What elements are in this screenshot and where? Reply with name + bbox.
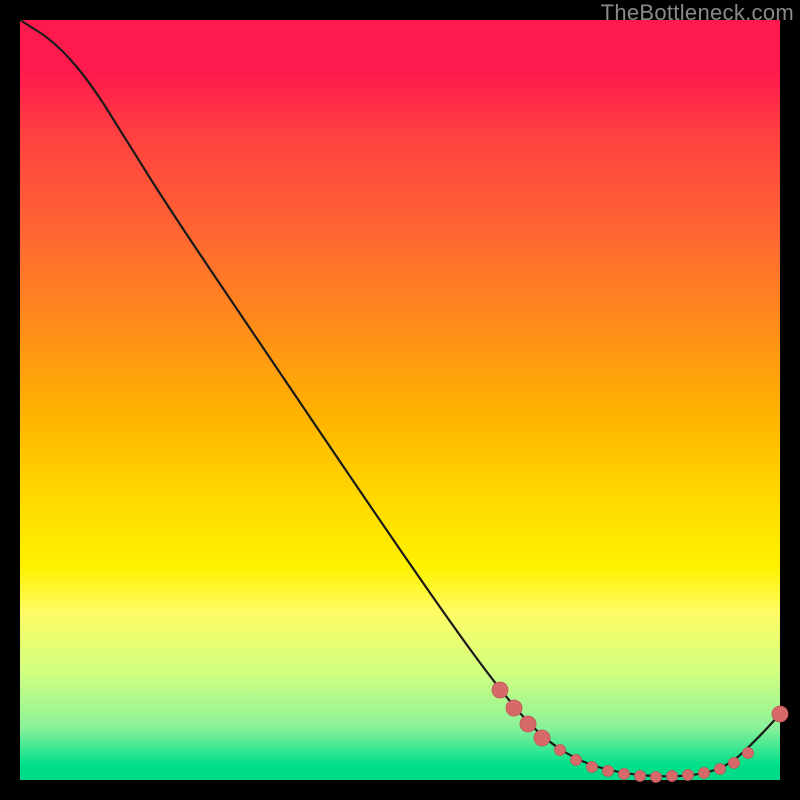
data-point <box>729 758 740 769</box>
data-point <box>571 755 582 766</box>
data-point <box>534 730 550 746</box>
data-point <box>667 771 678 782</box>
data-point <box>699 768 710 779</box>
data-point <box>772 706 788 722</box>
chart-frame: TheBottleneck.com <box>0 0 800 800</box>
markers-large <box>492 682 788 746</box>
data-point <box>651 772 662 783</box>
data-point <box>555 745 566 756</box>
data-point <box>587 762 598 773</box>
curve-line <box>20 20 780 776</box>
chart-svg <box>20 20 780 780</box>
data-point <box>520 716 536 732</box>
data-point <box>603 766 614 777</box>
data-point <box>619 769 630 780</box>
data-point <box>492 682 508 698</box>
data-point <box>506 700 522 716</box>
watermark-text: TheBottleneck.com <box>601 0 794 26</box>
markers-small <box>555 745 754 783</box>
data-point <box>715 764 726 775</box>
data-point <box>683 770 694 781</box>
data-point <box>743 748 754 759</box>
data-point <box>635 771 646 782</box>
